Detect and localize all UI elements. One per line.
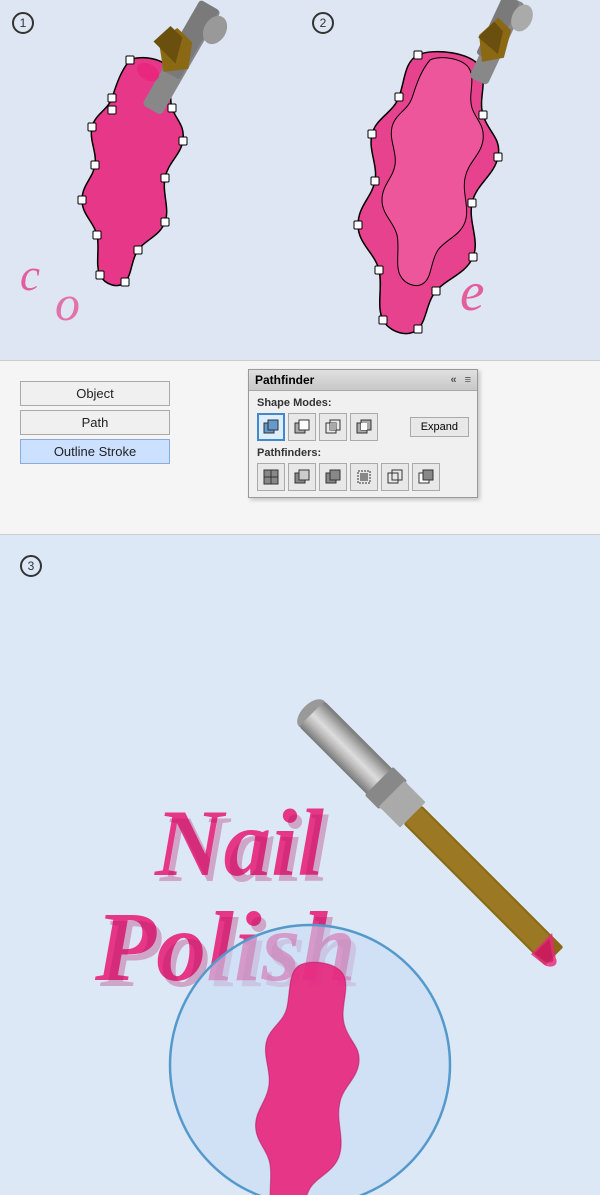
collapse-icon[interactable]: «: [450, 374, 456, 386]
bottom-illustration: Nail Polish Nail Polish: [0, 535, 600, 1195]
pathfinder-window: Pathfinder « ≡ Shape Modes:: [248, 369, 478, 498]
shape-modes-row: Expand: [257, 413, 469, 441]
menu-item-path[interactable]: Path: [20, 410, 170, 435]
pf-crop[interactable]: [350, 463, 378, 491]
menu-item-object[interactable]: Object: [20, 381, 170, 406]
shape-mode-intersect[interactable]: [319, 413, 347, 441]
pf-outline[interactable]: [381, 463, 409, 491]
svg-text:Nail: Nail: [159, 796, 330, 902]
top-section: 1: [0, 0, 600, 360]
panel-2: 2: [300, 0, 600, 360]
svg-text:e: e: [460, 261, 484, 322]
shape-mode-unite[interactable]: [257, 413, 285, 441]
pathfinder-panel: Pathfinder « ≡ Shape Modes:: [240, 361, 600, 534]
panel-2-illustration: e: [300, 0, 600, 360]
menu-item-outline-stroke[interactable]: Outline Stroke: [20, 439, 170, 464]
pf-trim[interactable]: [288, 463, 316, 491]
pathfinder-titlebar: Pathfinder « ≡: [249, 370, 477, 391]
pf-minus-back[interactable]: [412, 463, 440, 491]
titlebar-controls: « ≡: [450, 374, 471, 386]
expand-button[interactable]: Expand: [410, 417, 469, 437]
step-number-2: 2: [312, 12, 334, 34]
pathfinders-row: [257, 463, 469, 491]
panel-1: 1: [0, 0, 300, 360]
shape-modes-label: Shape Modes:: [257, 397, 469, 409]
pf-merge[interactable]: [319, 463, 347, 491]
svg-text:o: o: [55, 275, 80, 331]
bottom-section: 3 Nail Polish Nail Polish: [0, 535, 600, 1195]
menu-icon[interactable]: ≡: [465, 374, 471, 386]
step-number-1: 1: [12, 12, 34, 34]
svg-text:c: c: [20, 250, 40, 300]
pathfinder-content: Shape Modes:: [249, 391, 477, 497]
pathfinders-label: Pathfinders:: [257, 447, 469, 459]
middle-section: Object Path Outline Stroke Pathfinder « …: [0, 360, 600, 535]
pf-divide[interactable]: [257, 463, 285, 491]
panel-1-illustration: c o: [0, 0, 300, 360]
pathfinder-title: Pathfinder: [255, 373, 314, 387]
step-number-3: 3: [20, 555, 42, 577]
menu-panel: Object Path Outline Stroke: [0, 361, 240, 534]
shape-mode-minus-front[interactable]: [288, 413, 316, 441]
shape-mode-exclude[interactable]: [350, 413, 378, 441]
